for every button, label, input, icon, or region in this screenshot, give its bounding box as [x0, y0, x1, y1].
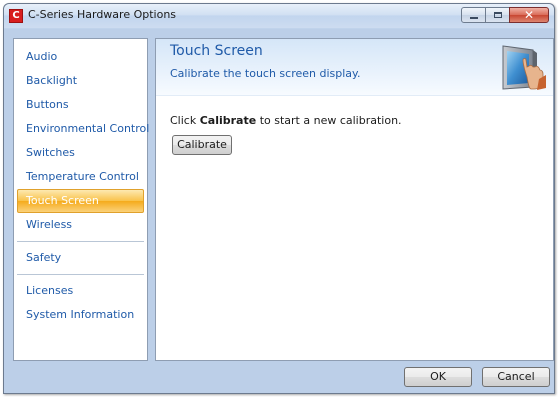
sidebar-item-switches[interactable]: Switches: [17, 141, 144, 165]
app-logo-icon: C: [9, 9, 23, 23]
touch-monitor-icon: [502, 45, 546, 90]
app-window: C C-Series Hardware Options ✕ Audio Back…: [3, 3, 555, 394]
content-header: Touch Screen Calibrate the touch screen …: [156, 39, 553, 96]
sidebar: Audio Backlight Buttons Environmental Co…: [13, 38, 149, 361]
window-title: C-Series Hardware Options: [28, 8, 177, 21]
minimize-icon: [470, 17, 478, 19]
instruction-text: Click Calibrate to start a new calibrati…: [170, 114, 402, 127]
sidebar-item-licenses[interactable]: Licenses: [17, 279, 144, 303]
page-subtitle: Calibrate the touch screen display.: [170, 67, 361, 80]
calibrate-button[interactable]: Calibrate: [172, 135, 232, 155]
sidebar-item-buttons[interactable]: Buttons: [17, 93, 144, 117]
caption-buttons: ✕: [461, 7, 549, 23]
sidebar-item-environmental-control[interactable]: Environmental Control: [17, 117, 149, 141]
cancel-button[interactable]: Cancel: [482, 367, 550, 387]
ok-button[interactable]: OK: [404, 367, 472, 387]
page-title: Touch Screen: [170, 43, 263, 59]
sidebar-item-backlight[interactable]: Backlight: [17, 69, 144, 93]
sidebar-item-audio[interactable]: Audio: [17, 45, 144, 69]
sidebar-divider: [17, 241, 144, 242]
maximize-button[interactable]: [485, 7, 510, 23]
sidebar-item-temperature-control[interactable]: Temperature Control: [17, 165, 144, 189]
close-button[interactable]: ✕: [509, 7, 549, 23]
title-bar[interactable]: C C-Series Hardware Options ✕: [4, 4, 554, 28]
sidebar-divider: [17, 274, 144, 275]
close-icon: ✕: [523, 8, 535, 22]
sidebar-item-safety[interactable]: Safety: [17, 246, 144, 270]
maximize-icon: [494, 12, 502, 18]
sidebar-item-wireless[interactable]: Wireless: [17, 213, 144, 237]
minimize-button[interactable]: [461, 7, 486, 23]
content-panel: Touch Screen Calibrate the touch screen …: [155, 38, 554, 361]
sidebar-item-touch-screen[interactable]: Touch Screen: [17, 189, 144, 213]
sidebar-item-system-information[interactable]: System Information: [17, 303, 144, 327]
